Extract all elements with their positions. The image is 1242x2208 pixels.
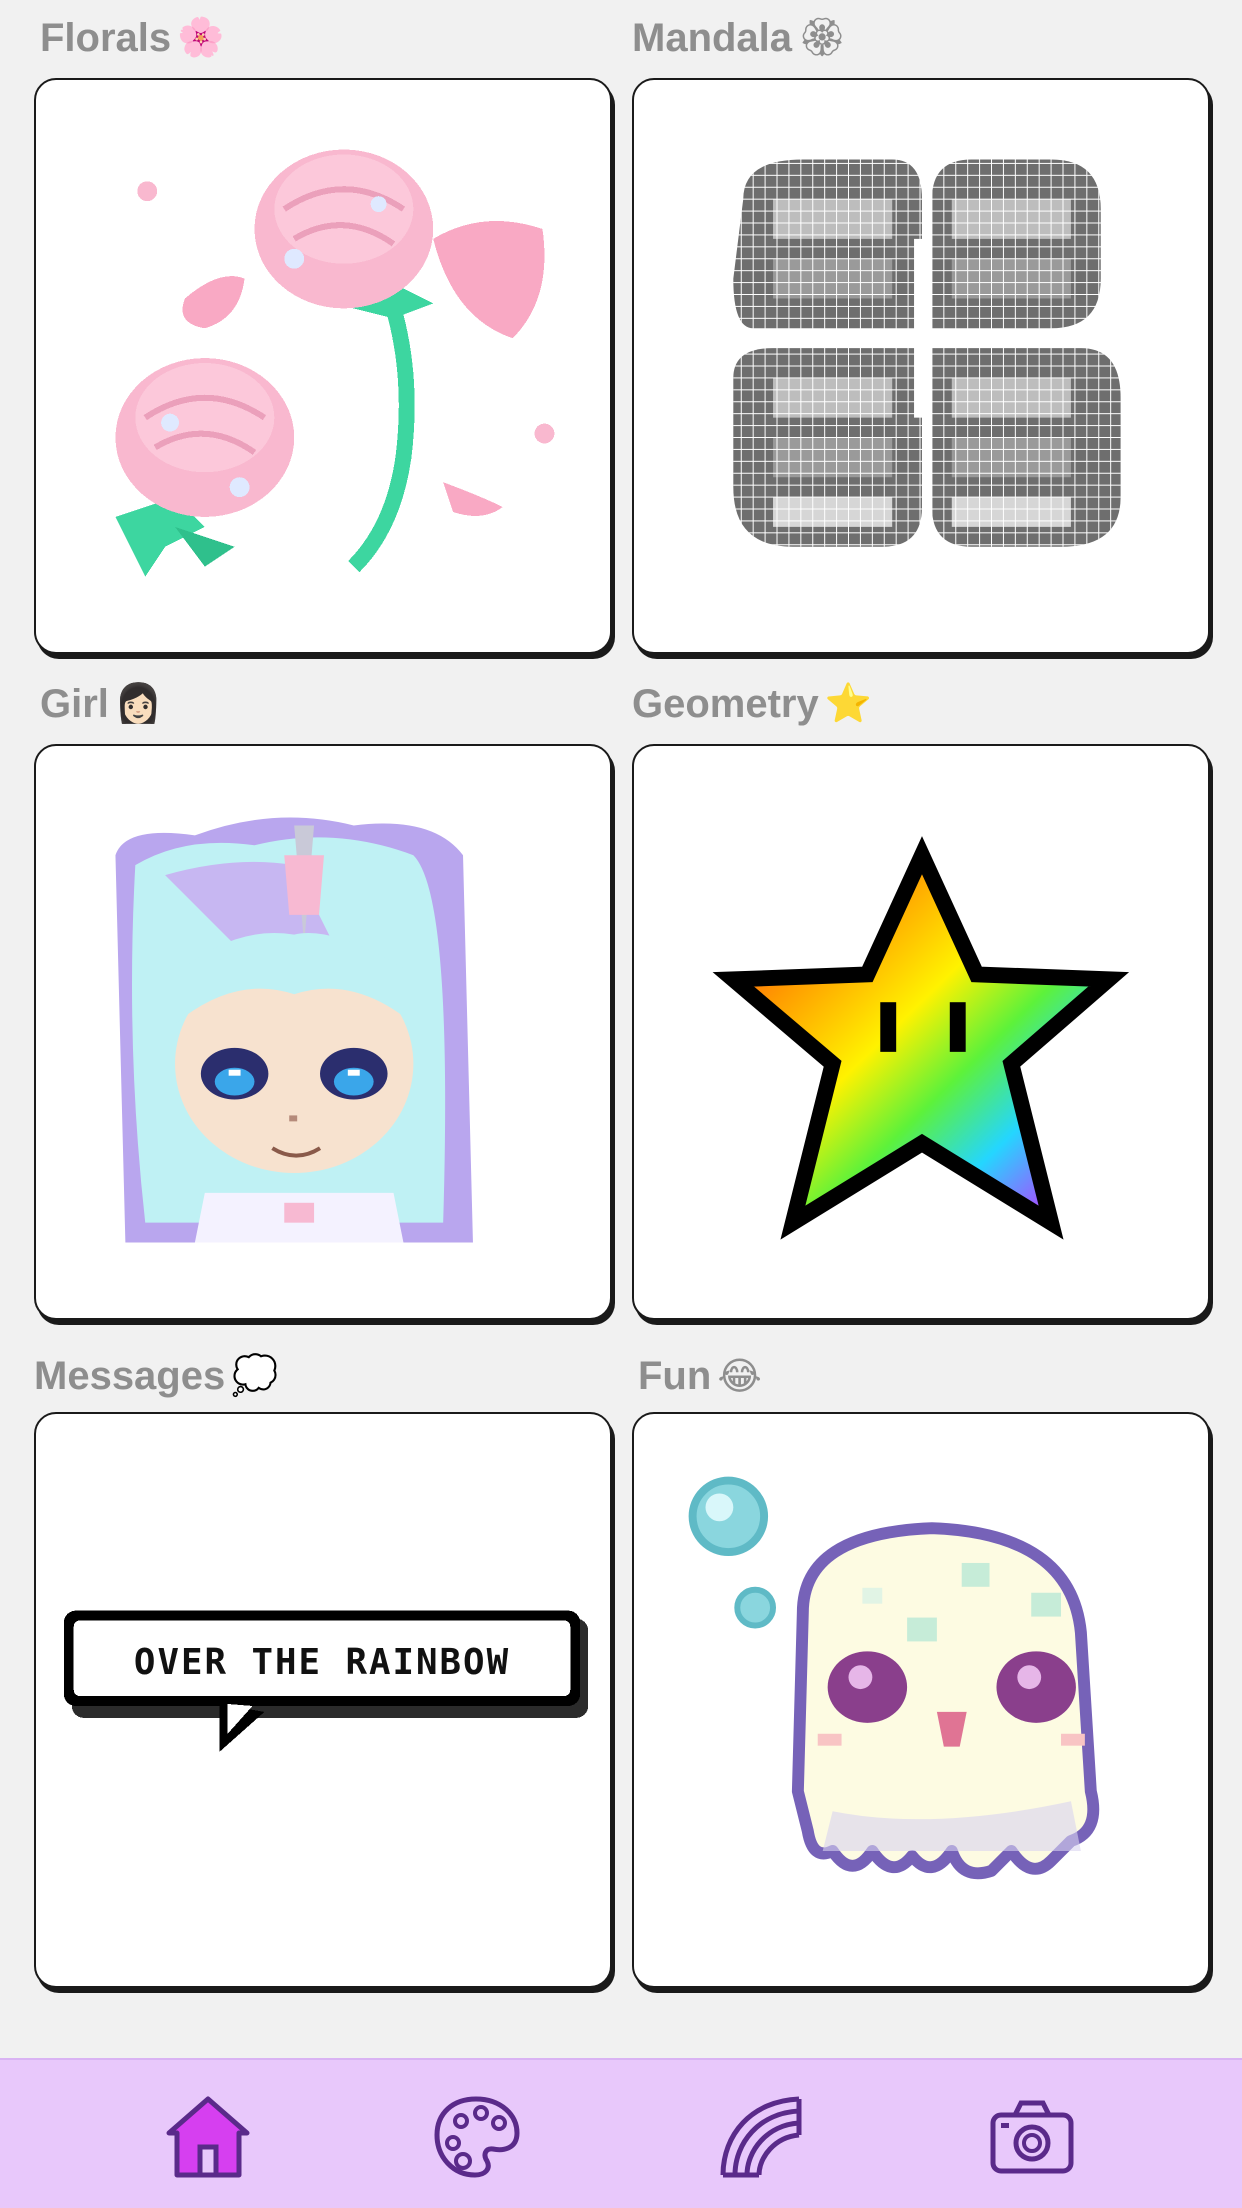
card-mandala[interactable] — [632, 78, 1210, 654]
nav-home-button[interactable] — [160, 2088, 256, 2184]
rainbow-icon — [720, 2096, 802, 2178]
nav-palette-button[interactable] — [428, 2088, 524, 2184]
category-title-messages: Messages 💭 — [34, 1348, 279, 1404]
category-title-florals: Florals 🌸 — [40, 10, 224, 66]
card-messages[interactable]: OVER THE RAINBOW — [34, 1412, 612, 1988]
category-label: Florals — [40, 15, 172, 60]
pixel-speech-bubble-image: OVER THE RAINBOW — [63, 1610, 589, 1752]
category-label: Fun — [638, 1353, 712, 1398]
card-girl[interactable] — [34, 744, 612, 1320]
star-emoji-icon: ⭐ — [824, 683, 873, 725]
category-label: Girl — [40, 681, 109, 726]
category-title-geometry: Geometry ⭐ — [632, 676, 872, 732]
flower-emoji-icon: 🌸 — [177, 17, 225, 59]
category-label: Mandala — [632, 15, 793, 60]
rosette-emoji-icon: 🏵 — [798, 17, 847, 59]
pixel-unicorn-girl-image — [115, 817, 473, 1243]
nav-rainbow-button[interactable] — [712, 2088, 808, 2184]
card-fun[interactable] — [632, 1412, 1210, 1988]
category-title-girl: Girl 👩🏻 — [40, 676, 162, 732]
pixel-rainbow-star-image — [712, 836, 1130, 1240]
card-geometry[interactable] — [632, 744, 1210, 1320]
thought-bubble-emoji-icon: 💭 — [231, 1355, 279, 1397]
pixel-jellyfish-image — [688, 1476, 1100, 1880]
woman-emoji-icon: 👩🏻 — [114, 683, 163, 725]
camera-icon — [990, 2100, 1074, 2174]
nav-camera-button[interactable] — [984, 2088, 1080, 2184]
pixel-roses-image — [115, 149, 555, 577]
bubble-text: OVER THE RAINBOW — [134, 1642, 510, 1683]
category-label: Geometry — [632, 681, 819, 726]
laughing-emoji-icon: 😂 — [717, 1355, 762, 1398]
home-icon — [166, 2096, 250, 2178]
category-label: Messages — [34, 1353, 226, 1398]
bottom-navigation-bar — [0, 2058, 1242, 2208]
card-florals[interactable] — [34, 78, 612, 654]
pixel-celtic-knot-image — [733, 159, 1121, 547]
category-title-fun: Fun 😂 — [638, 1348, 762, 1404]
palette-icon — [434, 2096, 520, 2178]
category-title-mandala: Mandala 🏵 — [632, 10, 846, 66]
